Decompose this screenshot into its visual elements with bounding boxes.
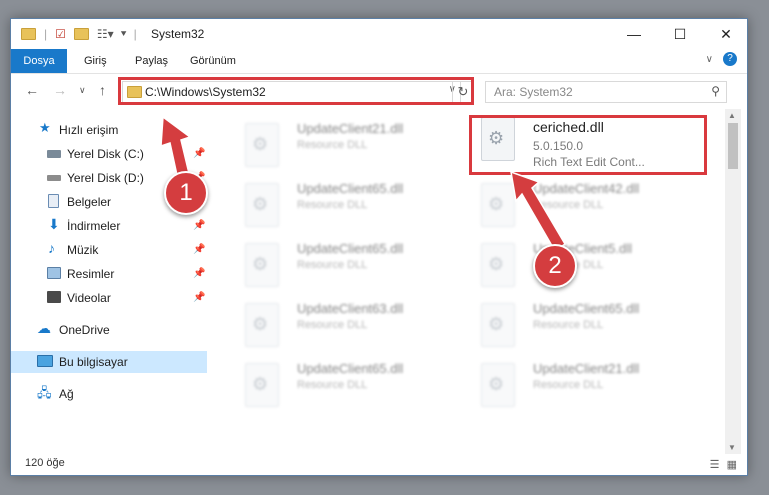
annotation-arrows: [160, 115, 566, 253]
arrow-2: [510, 170, 566, 253]
annotation-badge-2: 2: [533, 244, 577, 288]
annotation-badge-1: 1: [164, 171, 208, 215]
